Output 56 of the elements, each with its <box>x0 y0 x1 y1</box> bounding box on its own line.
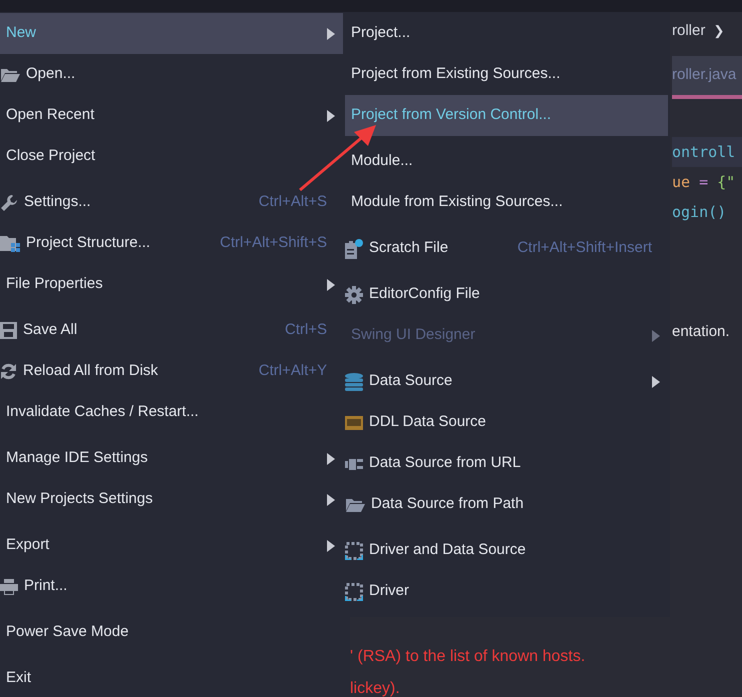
menu-item[interactable]: Module from Existing Sources... <box>345 182 668 223</box>
menu-item[interactable]: Scratch File Ctrl+Alt+Shift+Insert <box>345 228 668 269</box>
menu-item[interactable]: Project from Version Control... <box>345 95 668 136</box>
console-line: lickey). <box>350 679 401 697</box>
menu-item[interactable]: Settings... Ctrl+Alt+S <box>0 182 343 223</box>
menu-item[interactable]: Export <box>0 525 343 566</box>
menu-item[interactable]: Project... <box>345 13 668 54</box>
folder-grid-icon <box>0 235 20 252</box>
chip-icon <box>345 542 363 560</box>
code-line: ogin() <box>672 202 726 223</box>
menu-item[interactable]: Power Save Mode <box>0 612 343 653</box>
reload-icon <box>0 363 17 380</box>
chip-icon <box>345 582 363 600</box>
code-line: entation. <box>672 322 730 342</box>
menu-item[interactable]: New Projects Settings <box>0 479 343 520</box>
menu-item[interactable]: New <box>0 13 343 54</box>
submenu-arrow-icon <box>327 452 335 464</box>
menu-item[interactable]: Manage IDE Settings <box>0 438 343 479</box>
folder-icon <box>345 496 365 512</box>
menu-item[interactable]: Exit <box>0 658 343 697</box>
menu-item[interactable]: Data Source from URL <box>345 443 668 484</box>
submenu-arrow-icon <box>327 278 335 290</box>
submenu-arrow-icon <box>652 376 660 388</box>
breadcrumb-item[interactable]: roller <box>672 20 706 42</box>
menu-item[interactable]: Module... <box>345 141 668 182</box>
submenu-arrow-icon <box>327 110 335 122</box>
submenu-arrow-icon <box>327 540 335 552</box>
menu-item[interactable]: Print... <box>0 566 343 607</box>
menu-item[interactable]: Project from Existing Sources... <box>345 54 668 95</box>
submenu-arrow-icon <box>327 494 335 506</box>
ddl-icon <box>345 416 363 430</box>
menu-item[interactable]: Driver <box>345 571 668 612</box>
menu-item[interactable]: Project Structure... Ctrl+Alt+Shift+S <box>0 223 343 264</box>
menu-item[interactable]: File Properties <box>0 264 343 305</box>
submenu-arrow-icon <box>327 28 335 40</box>
breadcrumb-separator: ❯ <box>713 22 724 40</box>
plug-icon <box>345 456 363 470</box>
menu-item[interactable]: Reload All from Disk Ctrl+Alt+Y <box>0 351 343 392</box>
menu-item[interactable]: Invalidate Caches / Restart... <box>0 392 343 433</box>
menu-item[interactable]: Data Source from Path <box>345 484 668 525</box>
menu-item[interactable]: Save All Ctrl+S <box>0 310 343 351</box>
menu-item[interactable]: Driver and Data Source <box>345 530 668 571</box>
code-line: ue = {" <box>672 172 736 193</box>
code-line: ontroll <box>672 142 736 163</box>
submenu-arrow-icon <box>652 330 660 342</box>
save-icon <box>0 322 17 339</box>
menu-item[interactable]: Open Recent <box>0 95 343 136</box>
folder-icon <box>0 66 20 82</box>
menu-item[interactable]: Data Source <box>345 361 668 402</box>
wrench-icon <box>0 194 18 212</box>
menu-item[interactable]: EditorConfig File <box>345 274 668 315</box>
menu-item[interactable]: DDL Data Source <box>345 402 668 443</box>
database-icon <box>345 372 363 390</box>
menu-item[interactable]: Close Project <box>0 136 343 177</box>
menu-item[interactable]: Open... <box>0 54 343 95</box>
console-line: ' (RSA) to the list of known hosts. <box>350 647 586 667</box>
